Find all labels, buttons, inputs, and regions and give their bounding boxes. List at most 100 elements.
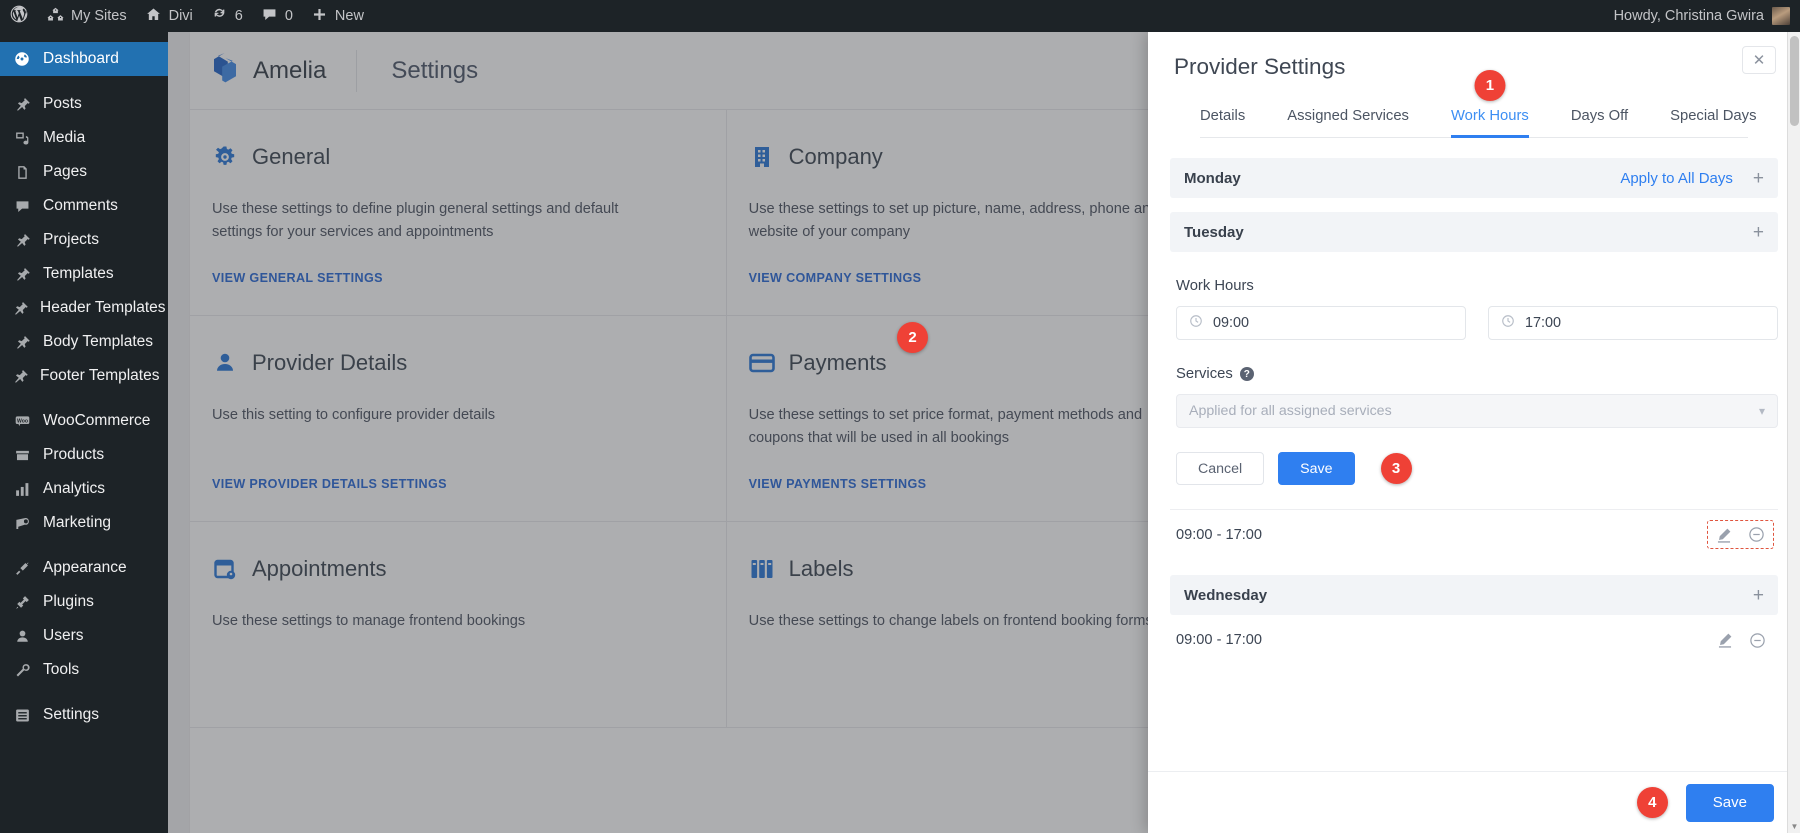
day-name: Wednesday	[1184, 587, 1267, 604]
sidebar-item-label: Media	[43, 129, 85, 147]
slot-time: 09:00 - 17:00	[1176, 527, 1262, 543]
day-name: Tuesday	[1184, 224, 1244, 241]
sidebar-item-settings[interactable]: Settings	[0, 698, 168, 732]
plus-icon[interactable]: +	[1753, 169, 1764, 188]
slot-actions-highlighted	[1707, 520, 1774, 549]
sidebar-item-posts[interactable]: Posts	[0, 87, 168, 121]
sidebar-item-label: Tools	[43, 661, 79, 679]
wp-admin-sidebar: Dashboard Posts Media Pages Commen	[0, 32, 168, 833]
plus-icon[interactable]: +	[1753, 586, 1764, 605]
slot-time: 09:00 - 17:00	[1176, 632, 1262, 648]
sidebar-item-plugins[interactable]: Plugins	[0, 585, 168, 619]
sidebar-item-body-templates[interactable]: Body Templates	[0, 325, 168, 359]
sidebar-item-dashboard[interactable]: Dashboard	[0, 42, 168, 76]
media-icon	[12, 128, 32, 148]
tab-details[interactable]: Details	[1200, 108, 1266, 137]
save-slot-button[interactable]: Save	[1278, 452, 1354, 485]
sidebar-item-comments[interactable]: Comments	[0, 189, 168, 223]
wp-admin-bar: My Sites Divi 6 0 New	[0, 0, 1800, 32]
tab-label: Special Days	[1670, 108, 1756, 124]
close-icon[interactable]: ✕	[1742, 46, 1776, 74]
services-label: Services ?	[1176, 366, 1778, 382]
adminbar-my-sites[interactable]: My Sites	[38, 0, 136, 32]
tab-work-hours[interactable]: Work Hours 1	[1430, 108, 1550, 137]
time-to-value: 17:00	[1525, 315, 1561, 331]
tab-assigned-services[interactable]: Assigned Services	[1266, 108, 1430, 137]
adminbar-updates[interactable]: 6	[202, 0, 252, 32]
tab-special-days[interactable]: Special Days	[1649, 108, 1777, 137]
avatar	[1772, 7, 1790, 25]
tab-days-off[interactable]: Days Off	[1550, 108, 1649, 137]
wordpress-logo-icon	[9, 4, 29, 28]
day-row-tuesday[interactable]: Tuesday +	[1170, 212, 1778, 252]
sidebar-item-tools[interactable]: Tools	[0, 653, 168, 687]
services-select[interactable]: Applied for all assigned services ▾	[1176, 394, 1778, 428]
day-actions: +	[1753, 586, 1764, 605]
sidebar-item-label: Header Templates	[40, 299, 166, 317]
editor-buttons: Cancel Save 3	[1176, 452, 1778, 485]
adminbar-updates-count: 6	[235, 9, 243, 24]
sidebar-item-label: Users	[43, 627, 83, 645]
step-badge-3: 3	[1381, 453, 1412, 484]
pin-icon	[12, 298, 29, 318]
plugin-icon	[12, 592, 32, 612]
minus-remove-icon[interactable]	[1748, 526, 1765, 543]
provider-settings-panel: Provider Settings ✕ Details Assigned Ser…	[1148, 32, 1800, 833]
clock-icon	[1501, 314, 1515, 332]
home-icon	[145, 6, 162, 27]
day-row-wednesday[interactable]: Wednesday +	[1170, 575, 1778, 615]
scrollbar-thumb[interactable]	[1790, 36, 1799, 126]
adminbar-account[interactable]: Howdy, Christina Gwira	[1614, 7, 1800, 25]
sidebar-item-templates[interactable]: Templates	[0, 257, 168, 291]
minus-remove-icon[interactable]	[1749, 632, 1766, 649]
adminbar-new-content[interactable]: New	[302, 0, 373, 32]
scroll-down-arrow-icon[interactable]: ▼	[1788, 820, 1800, 833]
step-badge-1: 1	[1474, 70, 1505, 101]
adminbar-comments[interactable]: 0	[252, 0, 302, 32]
adminbar-comments-count: 0	[285, 9, 293, 24]
cancel-button[interactable]: Cancel	[1176, 452, 1264, 485]
plus-icon[interactable]: +	[1753, 223, 1764, 242]
sidebar-item-label: Analytics	[43, 480, 105, 498]
pin-icon	[12, 332, 32, 352]
apply-to-all-days-button[interactable]: Apply to All Days	[1620, 170, 1733, 187]
sidebar-item-label: Appearance	[43, 559, 127, 577]
sidebar-item-products[interactable]: Products	[0, 438, 168, 472]
woocommerce-icon: Woo	[12, 411, 32, 431]
services-label-text: Services	[1176, 366, 1233, 382]
tuesday-editor: Work Hours 09:00	[1170, 252, 1778, 485]
sidebar-item-label: WooCommerce	[43, 412, 150, 430]
svg-text:Woo: Woo	[17, 418, 28, 424]
adminbar-site-name[interactable]: Divi	[136, 0, 202, 32]
user-icon	[12, 626, 32, 646]
save-button[interactable]: Save	[1686, 784, 1774, 822]
sidebar-item-marketing[interactable]: Marketing	[0, 506, 168, 540]
pencil-edit-icon[interactable]	[1717, 632, 1733, 648]
sidebar-item-media[interactable]: Media	[0, 121, 168, 155]
page-scrollbar[interactable]: ▲ ▼	[1787, 32, 1800, 833]
sidebar-item-footer-templates[interactable]: Footer Templates	[0, 359, 168, 393]
work-hours-inputs: 09:00 17:00	[1176, 306, 1778, 340]
paintbrush-icon	[12, 558, 32, 578]
sidebar-item-appearance[interactable]: Appearance	[0, 551, 168, 585]
work-hours-label: Work Hours	[1176, 278, 1778, 294]
megaphone-icon	[12, 513, 32, 533]
plus-icon	[311, 6, 328, 27]
day-name: Monday	[1184, 170, 1241, 187]
time-from-input[interactable]: 09:00	[1176, 306, 1466, 340]
pencil-edit-icon[interactable]	[1716, 527, 1732, 543]
pin-icon	[12, 230, 32, 250]
wordpress-logo-button[interactable]	[0, 0, 38, 32]
day-row-monday[interactable]: Monday Apply to All Days +	[1170, 158, 1778, 198]
sidebar-item-analytics[interactable]: Analytics	[0, 472, 168, 506]
sidebar-item-pages[interactable]: Pages	[0, 155, 168, 189]
sidebar-item-label: Marketing	[43, 514, 111, 532]
sidebar-item-woocommerce[interactable]: Woo WooCommerce	[0, 404, 168, 438]
sidebar-item-projects[interactable]: Projects	[0, 223, 168, 257]
time-to-input[interactable]: 17:00	[1488, 306, 1778, 340]
adminbar-greeting: Howdy, Christina Gwira	[1614, 8, 1764, 24]
sidebar-item-users[interactable]: Users	[0, 619, 168, 653]
panel-tabs: Details Assigned Services Work Hours 1 D…	[1200, 108, 1748, 138]
question-mark-icon[interactable]: ?	[1240, 367, 1254, 381]
sidebar-item-header-templates[interactable]: Header Templates	[0, 291, 168, 325]
